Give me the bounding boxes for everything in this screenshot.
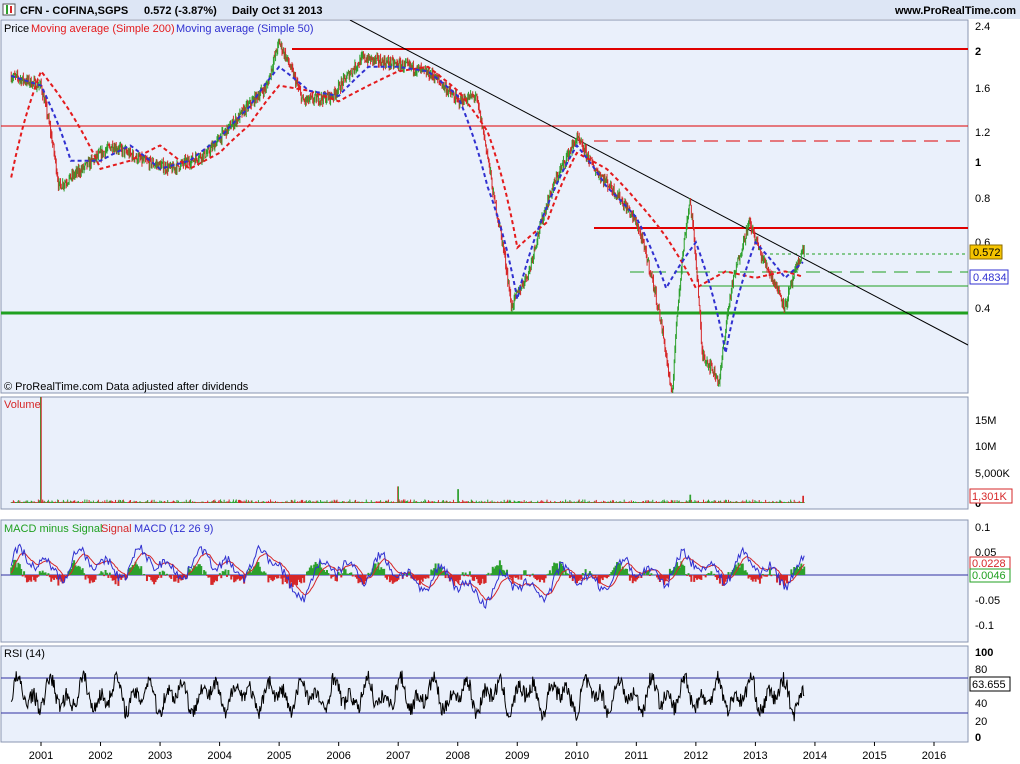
rsi-tick-100: 100 [975, 647, 993, 659]
site-link[interactable]: www.ProRealTime.com [894, 5, 1016, 17]
x-label-2011: 2011 [625, 750, 649, 762]
legend-price: Price [4, 23, 29, 35]
ma-badge: 0.4834 [973, 272, 1007, 284]
price-change: 0.572 (-3.87%) [144, 5, 217, 17]
legend-macd: MACD (12 26 9) [134, 523, 213, 535]
rsi-title: RSI (14) [4, 648, 45, 660]
last-price-badge: 0.572 [973, 247, 1001, 259]
chart-canvas: CFN - COFINA,SGPS 0.572 (-3.87%) Daily O… [0, 0, 1020, 762]
footer-note: © ProRealTime.com Data adjusted after di… [4, 381, 249, 393]
macd-tick-neg0.1: -0.1 [975, 620, 994, 632]
x-axis: 2001 2002 2003 2004 2005 2006 2007 2008 2009 2010… [29, 742, 946, 762]
price-tick-1.2: 1.2 [975, 127, 990, 139]
rsi-badge: 63.655 [972, 679, 1006, 691]
price-tick-1: 1 [975, 157, 981, 169]
rsi-tick-80: 80 [975, 664, 987, 676]
x-label-2015: 2015 [862, 750, 886, 762]
legend-macd-hist: MACD minus Signal [4, 523, 102, 535]
period-date: Daily Oct 31 2013 [232, 5, 323, 17]
price-tick-0.4: 0.4 [975, 303, 990, 315]
macd-tick-neg0.05: -0.05 [975, 595, 1000, 607]
volume-title: Volume [4, 399, 41, 411]
rsi-tick-0: 0 [975, 732, 981, 744]
volume-badge: 1,301K [972, 491, 1008, 503]
x-label-2010: 2010 [565, 750, 589, 762]
price-tick-0.8: 0.8 [975, 193, 990, 205]
x-label-2007: 2007 [386, 750, 410, 762]
x-label-2012: 2012 [684, 750, 708, 762]
legend-ma50: Moving average (Simple 50) [176, 23, 314, 35]
candlestick-icon [2, 3, 16, 16]
macd-tick-0.1: 0.1 [975, 522, 990, 534]
rsi-tick-20: 20 [975, 716, 987, 728]
price-tick-2: 2 [975, 46, 981, 58]
x-label-2005: 2005 [267, 750, 291, 762]
price-panel [0, 19, 969, 394]
x-label-2014: 2014 [803, 750, 827, 762]
x-label-2016: 2016 [922, 750, 946, 762]
x-label-2006: 2006 [326, 750, 350, 762]
volume-tick-5000K: 5,000K [975, 468, 1011, 480]
x-label-2008: 2008 [445, 750, 469, 762]
x-label-2009: 2009 [505, 750, 529, 762]
price-tick-2.4: 2.4 [975, 21, 990, 33]
x-label-2001: 2001 [29, 750, 53, 762]
x-label-2003: 2003 [148, 750, 172, 762]
price-tick-1.6: 1.6 [975, 83, 990, 95]
legend-macd-signal: Signal [101, 523, 132, 535]
volume-tick-10M: 10M [975, 441, 996, 453]
macd-badge: 0.0228 [972, 558, 1006, 570]
x-label-2002: 2002 [88, 750, 112, 762]
legend-ma200: Moving average (Simple 200) [31, 23, 175, 35]
macd-hist-badge: 0.0046 [972, 570, 1006, 582]
x-label-2013: 2013 [743, 750, 767, 762]
x-label-2004: 2004 [207, 750, 231, 762]
rsi-tick-40: 40 [975, 698, 987, 710]
volume-panel [0, 396, 969, 510]
volume-tick-15M: 15M [975, 415, 996, 427]
symbol-label: CFN - COFINA,SGPS [20, 5, 128, 17]
